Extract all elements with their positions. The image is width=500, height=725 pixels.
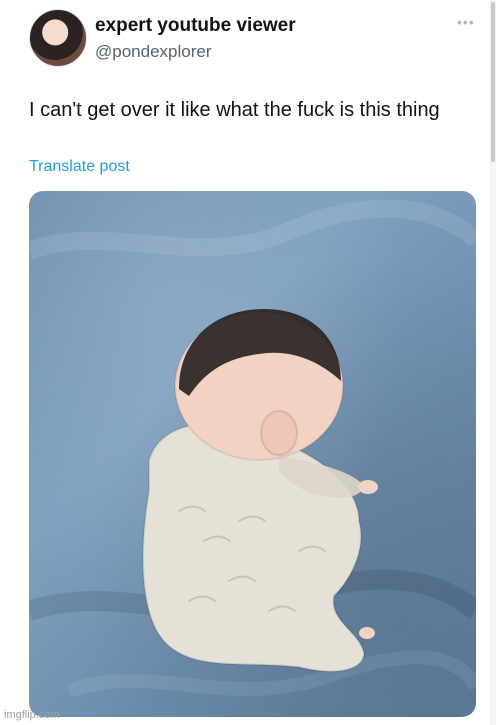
scrollbar-thumb[interactable] [491, 2, 495, 162]
more-options-icon[interactable]: ••• [457, 14, 475, 30]
watermark-text: imgflip.com [4, 709, 60, 721]
user-handle[interactable]: @pondexplorer [95, 42, 212, 62]
tweet-text: I can't get over it like what the fuck i… [29, 99, 440, 121]
tweet-card: expert youtube viewer @pondexplorer ••• … [2, 0, 498, 725]
tweet-photo[interactable] [29, 191, 476, 717]
baby-photo-illustration [29, 199, 476, 698]
translate-post-link[interactable]: Translate post [29, 158, 130, 176]
user-avatar[interactable] [29, 9, 87, 67]
display-name[interactable]: expert youtube viewer [95, 15, 296, 37]
